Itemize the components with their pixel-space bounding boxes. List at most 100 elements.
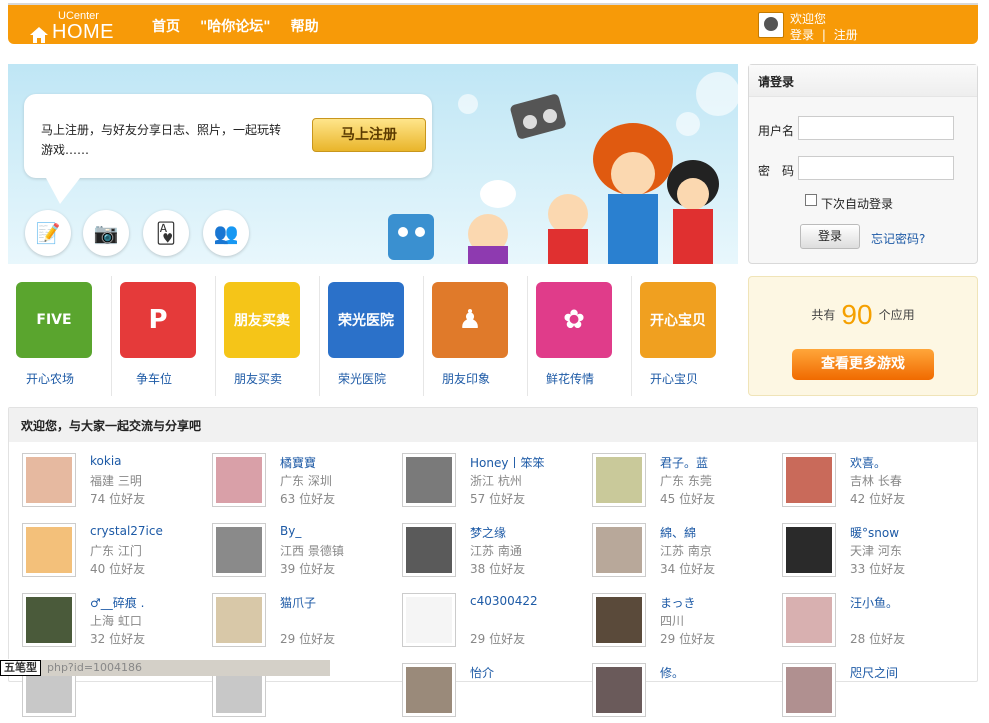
app-item[interactable]: 开心宝贝 开心宝贝 — [632, 276, 736, 396]
friend-avatar[interactable] — [22, 453, 76, 507]
friend-name[interactable]: Honey丨笨笨 — [470, 454, 544, 471]
friend-count: 29 位好友 — [280, 632, 336, 646]
app-icon[interactable]: ✿ — [536, 282, 612, 358]
login-link[interactable]: 登录 — [790, 28, 814, 42]
avatar[interactable] — [758, 12, 784, 38]
more-games-button[interactable]: 查看更多游戏 — [792, 349, 934, 380]
app-label[interactable]: 朋友买卖 — [216, 370, 300, 387]
app-icon[interactable]: P — [120, 282, 196, 358]
friend-name[interactable]: kokia — [90, 454, 122, 468]
friend-location: 广东 东莞 — [660, 474, 712, 488]
friend-name[interactable]: 怡介 — [470, 664, 494, 681]
app-item[interactable]: 荣光医院 荣光医院 — [320, 276, 424, 396]
friend-avatar[interactable] — [592, 593, 646, 647]
friend-name[interactable]: By_ — [280, 524, 301, 538]
friend-name[interactable]: 欢喜。 — [850, 454, 886, 471]
friend-card[interactable]: c40300422 29 位好友 — [402, 593, 582, 653]
friend-card[interactable]: 咫尺之间 — [782, 663, 962, 723]
friend-avatar[interactable] — [782, 593, 836, 647]
friend-name[interactable]: 橘寶寶 — [280, 454, 316, 471]
friend-avatar[interactable] — [402, 663, 456, 717]
app-item[interactable]: 朋友买卖 朋友买卖 — [216, 276, 320, 396]
friends-section: 欢迎您，与大家一起交流与分享吧 kokia 福建 三明 74 位好友 橘寶寶 广… — [8, 407, 978, 717]
app-label[interactable]: 开心宝贝 — [632, 370, 716, 387]
app-label[interactable]: 荣光医院 — [320, 370, 404, 387]
nav-forum[interactable]: "哈你论坛" — [200, 16, 271, 36]
app-label[interactable]: 争车位 — [112, 370, 196, 387]
app-icon[interactable]: ♟ — [432, 282, 508, 358]
friend-card[interactable]: 汪小鱼。 28 位好友 — [782, 593, 962, 653]
friend-name[interactable]: 汪小鱼。 — [850, 594, 898, 611]
ime-indicator[interactable]: 五笔型 — [0, 660, 41, 676]
friend-avatar[interactable] — [212, 523, 266, 577]
friend-name[interactable]: まっき — [660, 594, 696, 611]
friend-card[interactable]: まっき 四川 29 位好友 — [592, 593, 772, 653]
friend-card[interactable]: 橘寶寶 广东 深圳 63 位好友 — [212, 453, 392, 513]
app-icon[interactable]: 荣光医院 — [328, 282, 404, 358]
password-label: 密 码 — [758, 164, 795, 178]
friend-card[interactable]: kokia 福建 三明 74 位好友 — [22, 453, 202, 513]
friend-count: 45 位好友 — [660, 492, 716, 506]
friend-card[interactable]: 怡介 — [402, 663, 582, 723]
friend-card[interactable]: 暖°snow 天津 河东 33 位好友 — [782, 523, 962, 583]
nav-home[interactable]: 首页 — [152, 16, 180, 36]
friend-avatar[interactable] — [782, 663, 836, 717]
friend-avatar[interactable] — [402, 523, 456, 577]
friend-avatar[interactable] — [402, 453, 456, 507]
nav-help[interactable]: 帮助 — [291, 16, 319, 36]
friend-card[interactable]: 綿、綿 江苏 南京 34 位好友 — [592, 523, 772, 583]
friend-card[interactable]: 君子。蓝 广东 东莞 45 位好友 — [592, 453, 772, 513]
friend-avatar[interactable] — [212, 453, 266, 507]
app-label[interactable]: 开心农场 — [8, 370, 92, 387]
app-item[interactable]: ♟ 朋友印象 — [424, 276, 528, 396]
friend-card[interactable]: 欢喜。 吉林 长春 42 位好友 — [782, 453, 962, 513]
banner: 马上注册，与好友分享日志、照片，一起玩转游戏…… 马上注册 📝 📷 🂱 👥 — [8, 64, 738, 264]
friend-avatar[interactable] — [22, 593, 76, 647]
friend-count: 29 位好友 — [660, 632, 716, 646]
app-icon[interactable]: 朋友买卖 — [224, 282, 300, 358]
friend-card[interactable]: 猫爪子 29 位好友 — [212, 593, 392, 653]
friend-card[interactable]: By_ 江西 景德镇 39 位好友 — [212, 523, 392, 583]
friend-avatar[interactable] — [592, 523, 646, 577]
friend-count: 33 位好友 — [850, 562, 906, 576]
friend-name[interactable]: 梦之缘 — [470, 524, 506, 541]
username-label: 用户名 — [758, 124, 795, 138]
app-item[interactable]: FIVE 开心农场 — [8, 276, 112, 396]
friend-card[interactable]: ♂__碎痕 . 上海 虹口 32 位好友 — [22, 593, 202, 653]
friend-name[interactable]: crystal27ice — [90, 524, 163, 538]
friend-name[interactable]: 修。 — [660, 664, 684, 681]
app-label[interactable]: 朋友印象 — [424, 370, 508, 387]
app-icon[interactable]: FIVE — [16, 282, 92, 358]
friend-avatar[interactable] — [592, 453, 646, 507]
friend-avatar[interactable] — [592, 663, 646, 717]
friend-name[interactable]: 咫尺之间 — [850, 664, 898, 681]
friend-name[interactable]: 暖°snow — [850, 524, 899, 541]
friend-name[interactable]: 君子。蓝 — [660, 454, 708, 471]
friend-avatar[interactable] — [782, 453, 836, 507]
username-input[interactable] — [798, 116, 954, 140]
friend-name[interactable]: 猫爪子 — [280, 594, 316, 611]
friend-avatar[interactable] — [22, 523, 76, 577]
app-label[interactable]: 鲜花传情 — [528, 370, 612, 387]
friend-avatar[interactable] — [782, 523, 836, 577]
register-link[interactable]: 注册 — [834, 28, 858, 42]
forgot-password-link[interactable]: 忘记密码? — [871, 230, 925, 247]
friend-card[interactable]: 修。 — [592, 663, 772, 723]
app-item[interactable]: ✿ 鲜花传情 — [528, 276, 632, 396]
app-list: FIVE 开心农场 P 争车位 朋友买卖 朋友买卖 荣光医院 荣光医院 ♟ 朋友印象 ✿ … — [8, 276, 736, 396]
friend-count: 39 位好友 — [280, 562, 336, 576]
app-icon[interactable]: 开心宝贝 — [640, 282, 716, 358]
friend-card[interactable]: Honey丨笨笨 浙江 杭州 57 位好友 — [402, 453, 582, 513]
login-button[interactable]: 登录 — [800, 224, 860, 249]
friend-avatar[interactable] — [402, 593, 456, 647]
remember-checkbox[interactable] — [805, 194, 817, 206]
friend-name[interactable]: c40300422 — [470, 594, 538, 608]
welcome-text: 欢迎您 — [790, 12, 827, 26]
friend-avatar[interactable] — [212, 593, 266, 647]
app-item[interactable]: P 争车位 — [112, 276, 216, 396]
friend-name[interactable]: ♂__碎痕 . — [90, 594, 144, 611]
friend-card[interactable]: 梦之缘 江苏 南通 38 位好友 — [402, 523, 582, 583]
friend-card[interactable]: crystal27ice 广东 江门 40 位好友 — [22, 523, 202, 583]
friend-name[interactable]: 綿、綿 — [660, 524, 696, 541]
password-input[interactable] — [798, 156, 954, 180]
